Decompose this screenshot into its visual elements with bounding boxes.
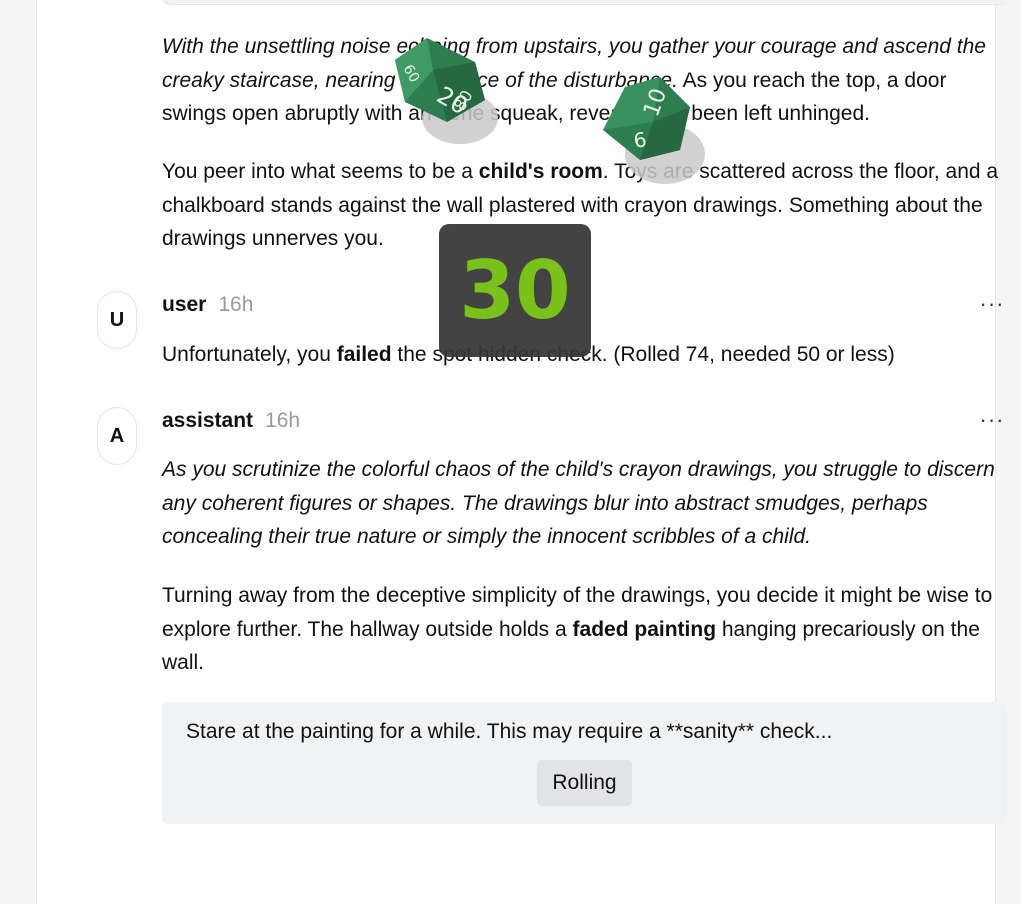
d10-die-icon: 10 6 <box>603 77 705 184</box>
assistant-avatar: A <box>97 407 137 465</box>
text-before: You peer into what seems to be a <box>162 160 479 183</box>
more-options-button[interactable]: ··· <box>977 293 1007 318</box>
bold-text: child's room <box>478 160 603 183</box>
text-before: Unfortunately, you <box>162 343 337 366</box>
bold-text: failed <box>336 343 392 366</box>
bold-text: faded painting <box>572 617 717 641</box>
assistant-italic-paragraph: As you scrutinize the colorful chaos of … <box>162 453 1007 554</box>
timestamp: 16h <box>265 409 301 432</box>
user-avatar: U <box>97 291 137 349</box>
more-options-button[interactable]: ··· <box>977 409 1007 434</box>
rolling-button[interactable]: Rolling <box>537 760 632 806</box>
chat-page: With the unsettling noise echoing from u… <box>36 0 1007 904</box>
assistant-message-header: assistant 16h <box>162 409 300 433</box>
timestamp: 16h <box>218 293 254 316</box>
d20-die-icon: 20 80 60 <box>395 38 498 144</box>
narration-italic: As you scrutinize the colorful chaos of … <box>162 458 995 548</box>
assistant-paragraph: Turning away from the deceptive simplici… <box>162 579 1007 680</box>
author-name: user <box>162 293 207 316</box>
author-name: assistant <box>162 409 254 432</box>
action-card: Stare at the painting for a while. This … <box>162 702 1007 824</box>
action-prompt: Stare at the painting for a while. This … <box>186 720 833 743</box>
dice-roll-result: 30 <box>439 224 591 357</box>
user-message-header: user 16h <box>162 293 253 317</box>
previous-card-edge <box>162 0 1007 5</box>
assistant-paragraph-1: With the unsettling noise echoing from u… <box>162 30 1007 131</box>
